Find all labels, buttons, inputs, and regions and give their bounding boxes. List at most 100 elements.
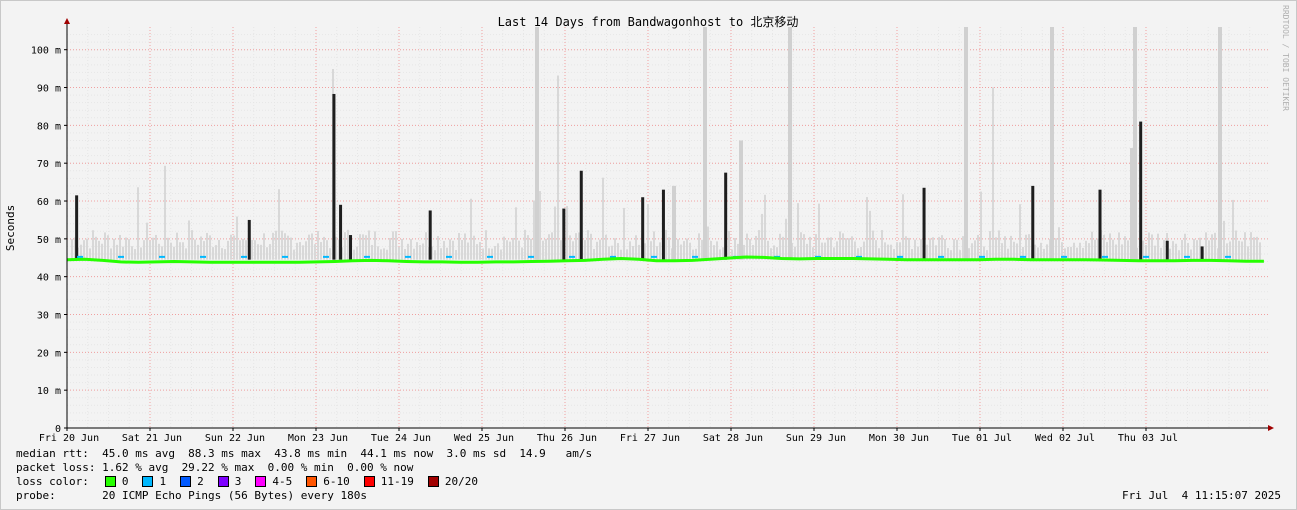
loss-marker — [692, 255, 698, 258]
smoke-bar — [386, 249, 388, 260]
smoke-bar — [314, 244, 316, 260]
loss-legend-label: 4-5 — [272, 475, 293, 488]
smoke-bar — [371, 244, 373, 260]
smoke-bar — [497, 243, 499, 260]
smoke-bar — [107, 235, 109, 260]
smoke-bar — [863, 241, 865, 260]
smoke-bar — [389, 238, 391, 260]
smoke-bar — [668, 237, 670, 260]
smoke-bar — [782, 236, 784, 260]
smoke-bar — [635, 235, 637, 260]
smoke-bar — [1184, 233, 1186, 260]
loss-legend-label: 2 — [197, 475, 204, 488]
smoke-bar — [233, 235, 235, 260]
loss-legend-item: 6-10 — [306, 475, 350, 488]
smoke-bar — [98, 240, 100, 260]
smoke-bar — [902, 194, 904, 260]
smoke-bar — [263, 233, 265, 260]
smoke-bar — [425, 232, 427, 260]
smoke-bar — [506, 240, 508, 260]
y-tick-label: 80 m — [37, 121, 61, 132]
smoke-bar — [1238, 240, 1240, 260]
smoke-bar — [128, 239, 130, 260]
smoke-bar — [488, 248, 490, 260]
packet-loss-stats: packet loss: 1.62 % avg 29.22 % max 0.00… — [16, 461, 414, 474]
smoke-bar — [1016, 243, 1018, 260]
smoke-bar — [815, 234, 817, 260]
smoke-bar — [155, 234, 157, 260]
smoke-bar — [1067, 246, 1069, 260]
smoke-bar — [134, 249, 136, 260]
smoke-bar — [1112, 239, 1114, 260]
smoke-bar — [593, 249, 595, 260]
smoke-bar — [1115, 244, 1117, 260]
x-axis-arrow — [1268, 425, 1274, 431]
smoke-bar — [1088, 243, 1090, 260]
smoke-bar — [509, 241, 511, 260]
smoke-bar — [401, 238, 403, 260]
smoke-bar — [926, 244, 928, 260]
smoke-bar — [392, 231, 394, 260]
smoke-bar — [86, 238, 88, 260]
smoke-bar — [566, 206, 568, 260]
smoke-bar — [716, 241, 718, 260]
smoke-bar — [422, 243, 424, 260]
smoke-bar — [1193, 238, 1195, 260]
loss-marker — [364, 255, 370, 258]
loss-marker — [487, 255, 493, 258]
smoke-bar — [914, 239, 916, 260]
smoke-bar — [1050, 27, 1054, 260]
smoke-bar — [374, 231, 376, 260]
smoke-bar — [995, 237, 997, 260]
smoke-bar — [839, 231, 841, 260]
x-tick-label: Fri 20 Jun — [39, 433, 99, 444]
smoke-bar — [320, 242, 322, 260]
smoke-bar — [1019, 204, 1021, 260]
loss-legend-item: 0 — [104, 475, 128, 488]
smoke-bar — [1190, 249, 1192, 260]
smoke-bar — [167, 237, 169, 260]
smoke-bar — [176, 232, 178, 260]
smoke-bar — [1130, 148, 1134, 260]
x-tick-label: Wed 02 Jul — [1035, 433, 1095, 444]
loss-marker — [446, 255, 452, 258]
smoke-bar — [71, 239, 73, 260]
y-tick-label: 30 m — [37, 311, 61, 322]
smoke-bar — [869, 210, 871, 260]
smoke-bar — [683, 241, 685, 260]
smoke-bar — [548, 234, 550, 260]
smoke-bar — [998, 230, 1000, 260]
smoke-bar — [224, 249, 226, 260]
loss-marker — [241, 255, 247, 258]
loss-marker — [77, 255, 83, 258]
smoke-bar — [467, 242, 469, 260]
smoke-bar — [404, 249, 406, 260]
smoke-bar — [344, 232, 346, 260]
probe-info: probe: 20 ICMP Echo Pings (56 Bytes) eve… — [16, 489, 367, 502]
smoke-bar — [317, 230, 319, 260]
smoke-bar — [1211, 234, 1213, 260]
smoke-bar — [440, 248, 442, 260]
loss-legend-item: 20/20 — [427, 475, 478, 488]
smoke-bar — [368, 230, 370, 260]
smoke-bar — [362, 234, 364, 260]
smoke-bar — [647, 204, 649, 260]
smoke-bar — [1070, 246, 1072, 260]
smoke-bar — [854, 241, 856, 260]
smoke-bar — [1250, 232, 1252, 260]
smoke-bar — [638, 244, 640, 260]
rtt-spike — [75, 195, 79, 260]
smoke-bar — [1205, 232, 1207, 260]
smoke-bar — [842, 233, 844, 260]
smoke-bar — [149, 240, 151, 260]
smoke-bar — [104, 232, 106, 260]
smoke-bar — [1163, 239, 1165, 260]
smoke-bar — [1218, 27, 1222, 260]
smoke-bar — [380, 249, 382, 260]
smoke-bar — [152, 237, 154, 260]
smoke-bar — [803, 234, 805, 260]
loss-marker — [159, 255, 165, 258]
smoke-bar — [458, 233, 460, 260]
y-tick-label: 50 m — [37, 235, 61, 246]
smoke-bar — [964, 27, 968, 260]
